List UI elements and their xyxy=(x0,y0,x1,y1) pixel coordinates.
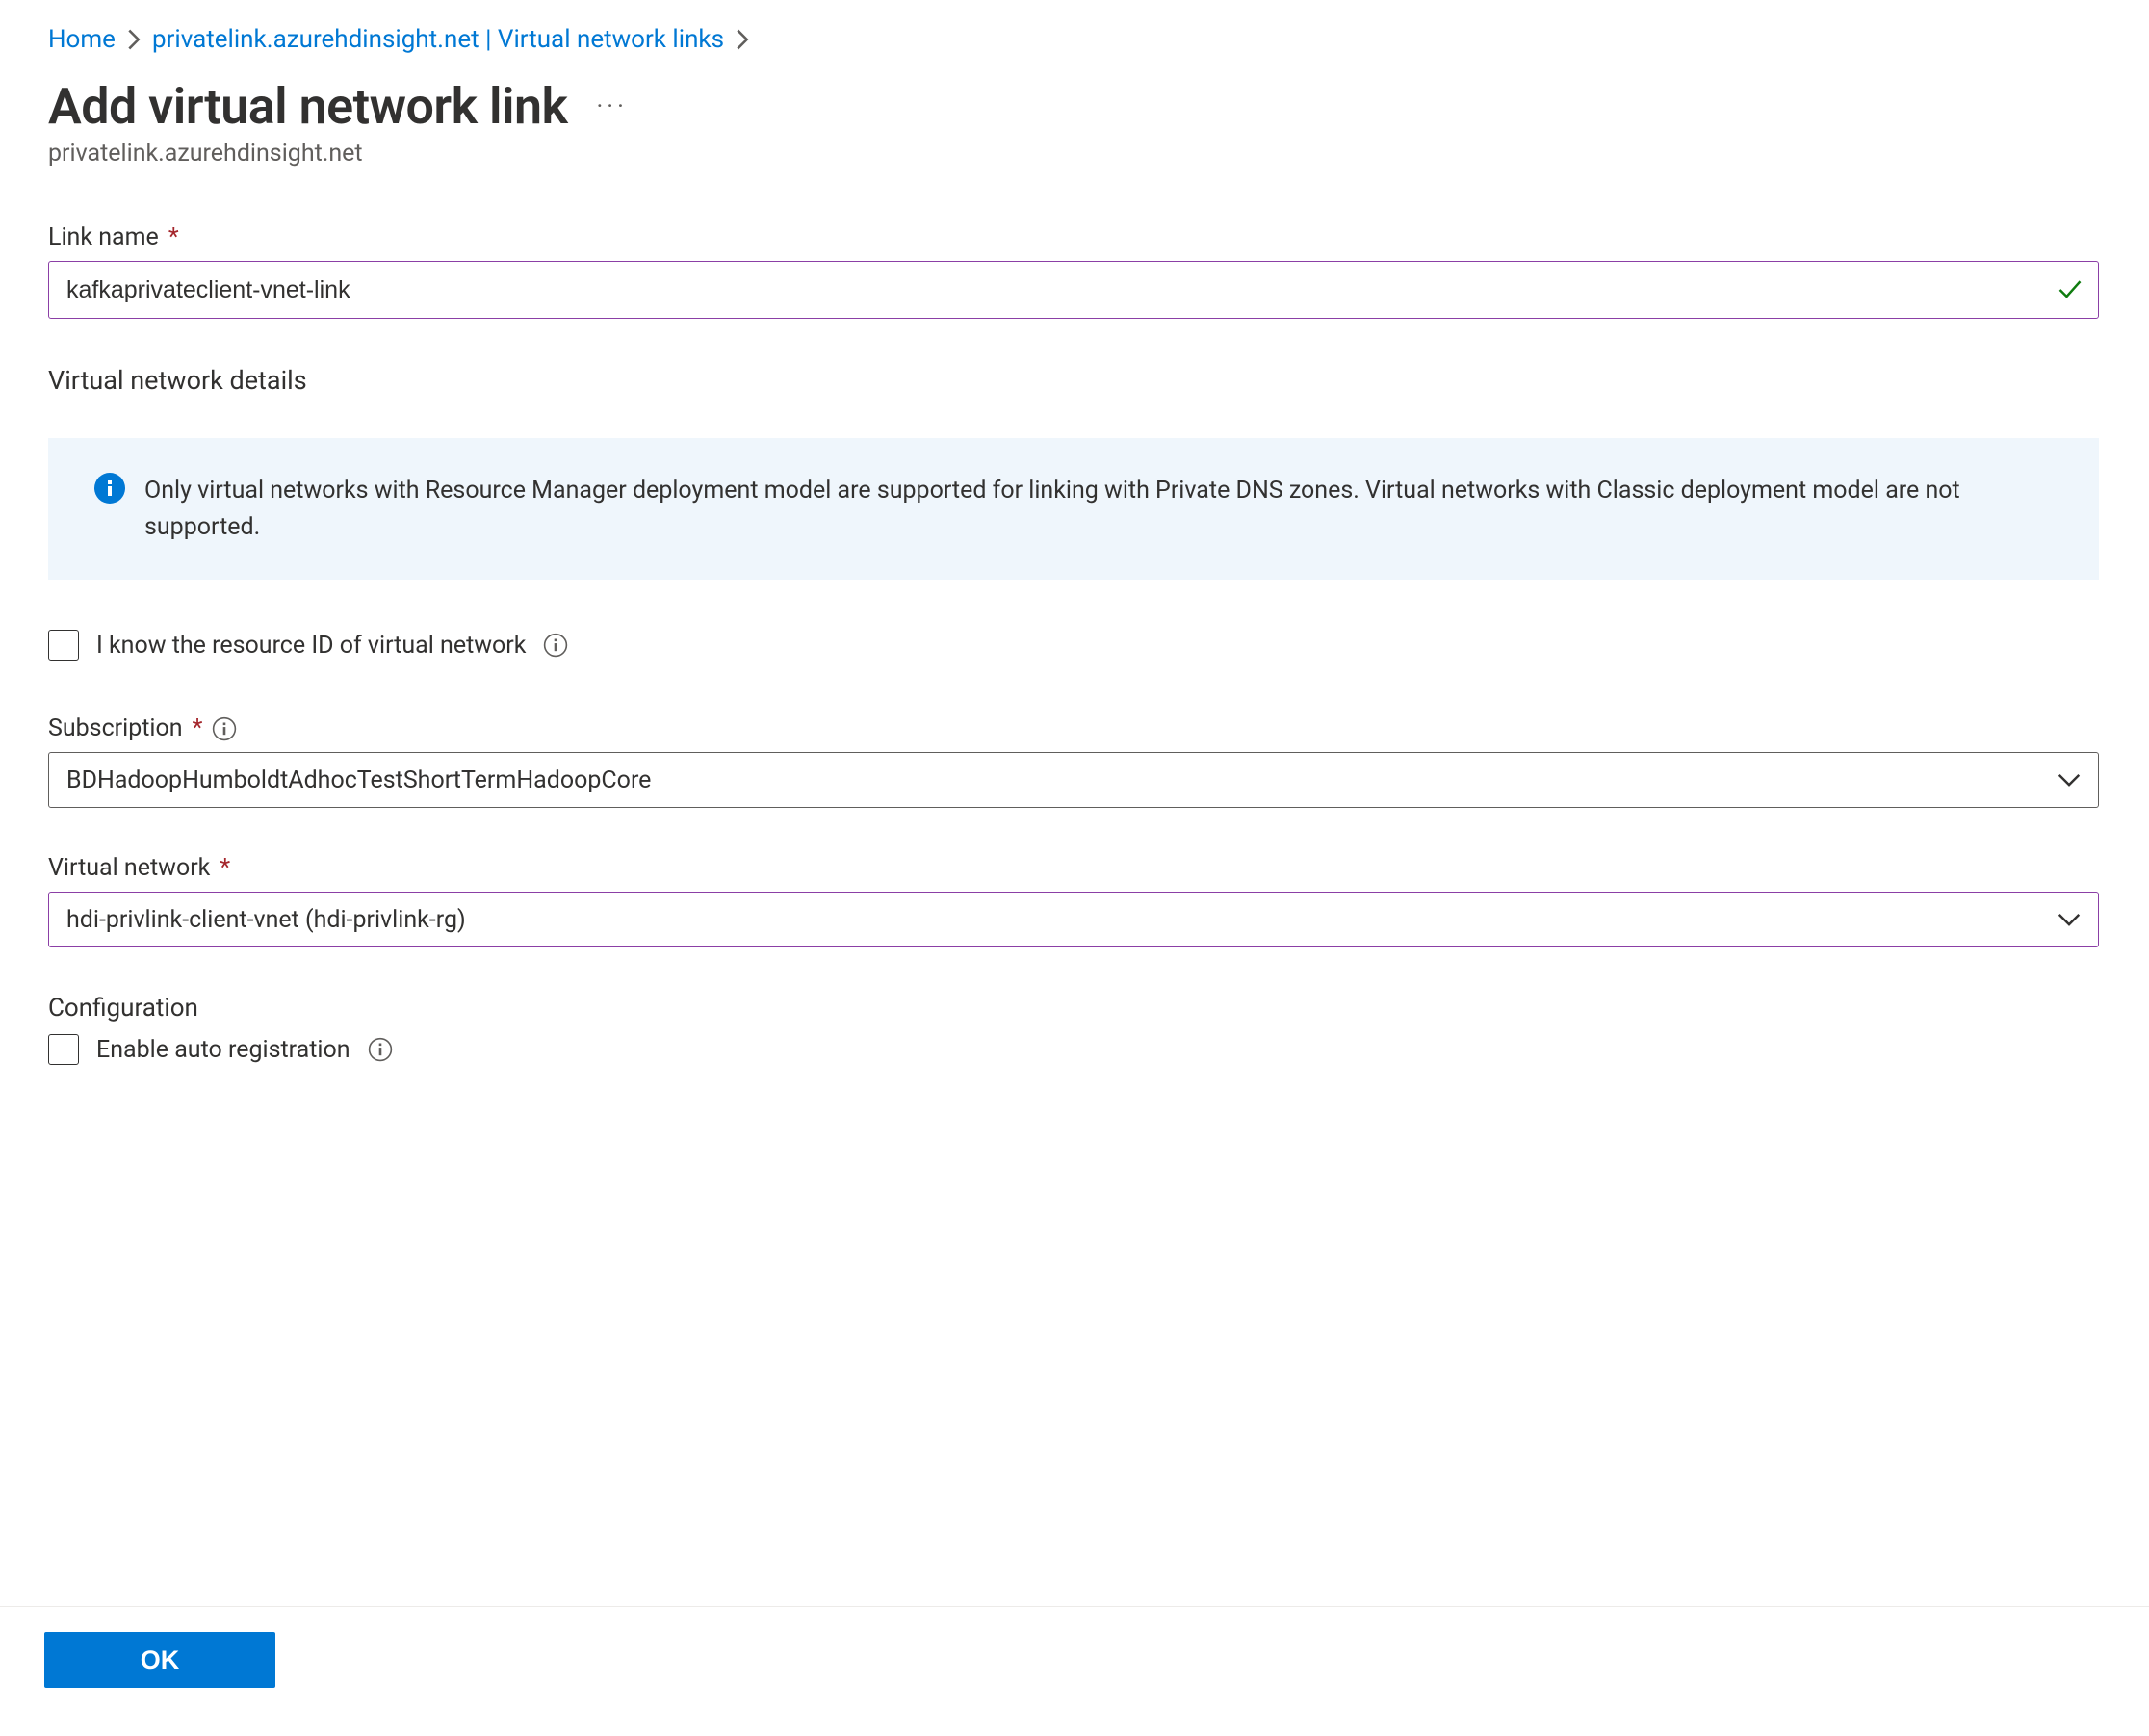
enable-auto-registration-checkbox[interactable] xyxy=(48,1034,79,1065)
help-icon[interactable] xyxy=(212,716,237,741)
virtual-network-value: hdi-privlink-client-vnet (hdi-privlink-r… xyxy=(66,906,466,934)
checkmark-icon xyxy=(2057,276,2084,303)
page-title: Add virtual network link xyxy=(48,77,567,136)
enable-auto-registration-label: Enable auto registration xyxy=(96,1036,350,1064)
page-subtitle: privatelink.azurehdinsight.net xyxy=(48,140,2099,168)
link-name-input[interactable] xyxy=(48,261,2099,319)
chevron-right-icon xyxy=(127,29,141,50)
breadcrumb-zone[interactable]: privatelink.azurehdinsight.net | Virtual… xyxy=(152,25,724,54)
help-icon[interactable] xyxy=(368,1037,393,1062)
link-name-label: Link name * xyxy=(48,223,2099,251)
know-resource-id-label: I know the resource ID of virtual networ… xyxy=(96,632,526,660)
info-icon xyxy=(94,473,125,504)
virtual-network-dropdown[interactable]: hdi-privlink-client-vnet (hdi-privlink-r… xyxy=(48,892,2099,947)
subscription-value: BDHadoopHumboldtAdhocTestShortTermHadoop… xyxy=(66,766,651,794)
chevron-right-icon xyxy=(736,29,749,50)
breadcrumb-home[interactable]: Home xyxy=(48,25,116,54)
required-indicator: * xyxy=(193,714,203,742)
know-resource-id-checkbox[interactable] xyxy=(48,630,79,661)
ok-button[interactable]: OK xyxy=(44,1632,275,1688)
vnet-details-heading: Virtual network details xyxy=(48,365,2099,396)
subscription-dropdown[interactable]: BDHadoopHumboldtAdhocTestShortTermHadoop… xyxy=(48,752,2099,808)
more-actions-icon[interactable]: ··· xyxy=(596,92,627,121)
required-indicator: * xyxy=(168,223,179,251)
subscription-label: Subscription * xyxy=(48,714,2099,742)
help-icon[interactable] xyxy=(543,633,568,658)
chevron-down-icon xyxy=(2058,772,2081,788)
vnet-label: Virtual network * xyxy=(48,854,2099,882)
breadcrumb: Home privatelink.azurehdinsight.net | Vi… xyxy=(48,25,2099,54)
info-banner: Only virtual networks with Resource Mana… xyxy=(48,438,2099,580)
required-indicator: * xyxy=(220,854,230,882)
footer-bar: OK xyxy=(0,1606,2149,1688)
configuration-heading: Configuration xyxy=(48,994,2099,1023)
info-banner-text: Only virtual networks with Resource Mana… xyxy=(144,477,1960,541)
chevron-down-icon xyxy=(2058,912,2081,927)
